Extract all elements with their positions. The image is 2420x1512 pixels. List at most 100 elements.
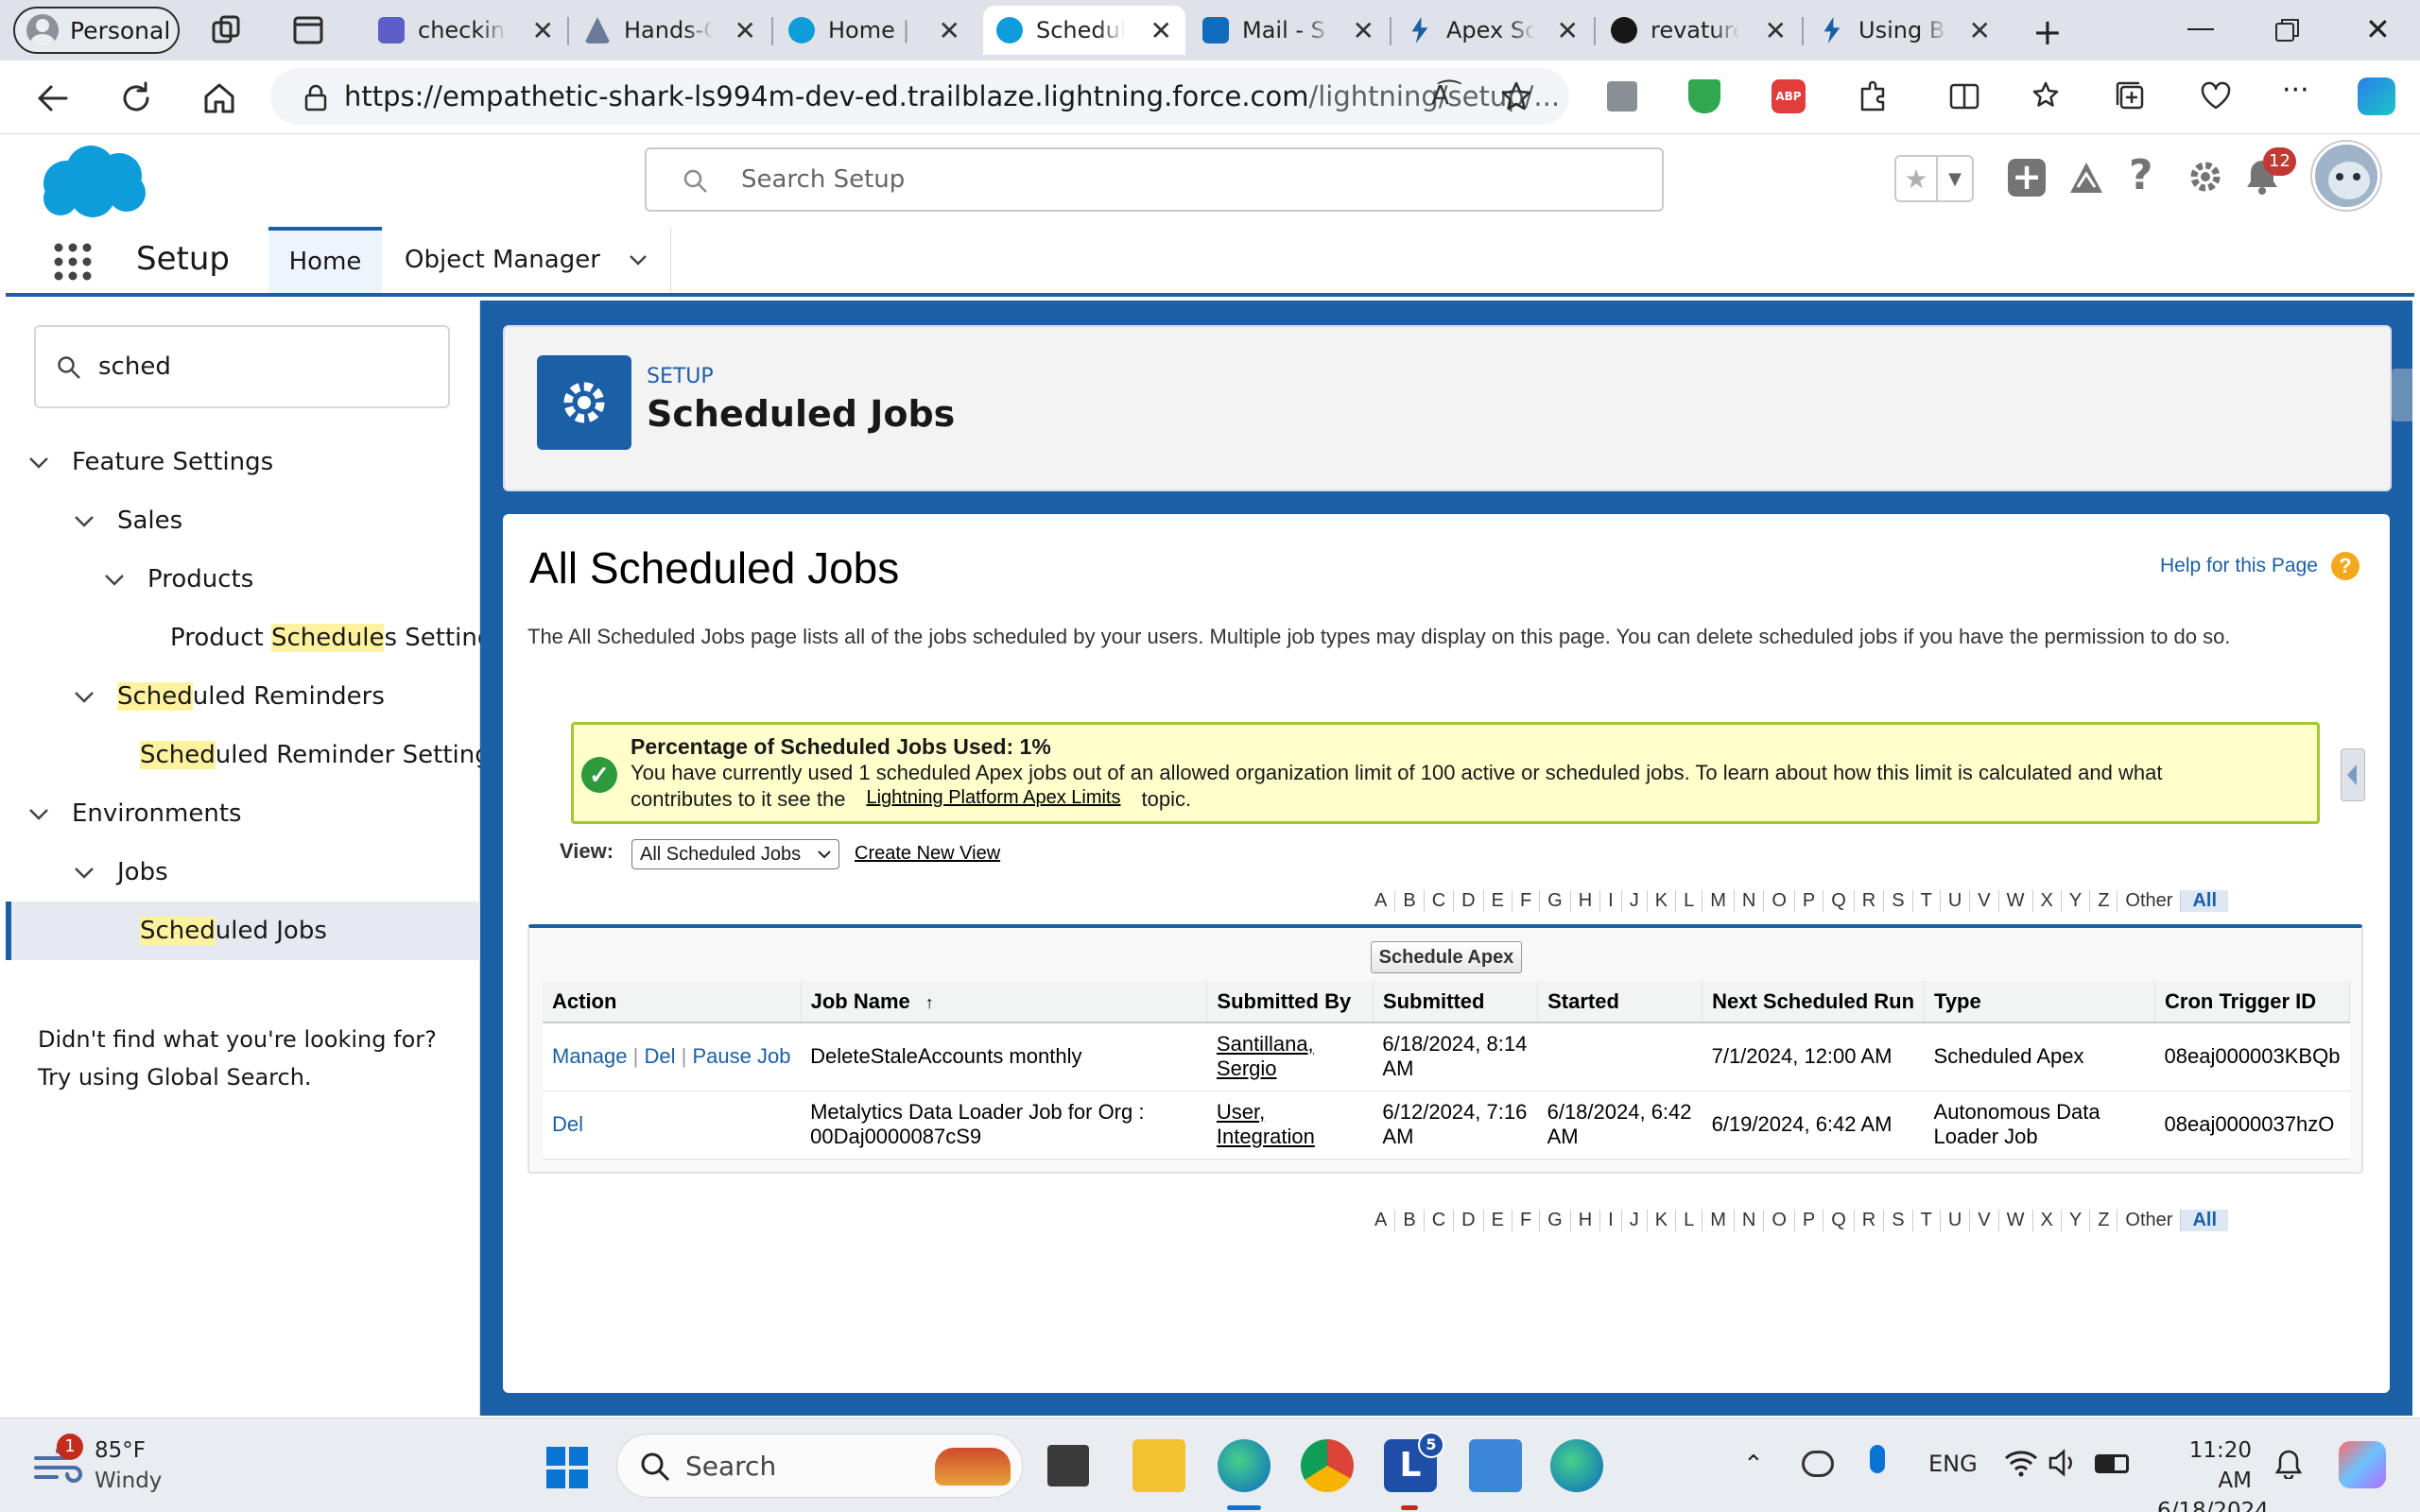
alpha-filter-item[interactable]: D: [1454, 889, 1484, 912]
microphone-icon[interactable]: [1870, 1445, 1885, 1473]
alpha-filter-item[interactable]: V: [1970, 889, 1999, 912]
weather-text[interactable]: 85°F Windy: [95, 1435, 162, 1496]
alpha-filter-item[interactable]: E: [1484, 889, 1512, 912]
chevron-down-icon[interactable]: [72, 684, 96, 709]
alpha-filter-all[interactable]: All: [2181, 1209, 2228, 1231]
alpha-filter-item[interactable]: E: [1484, 1209, 1512, 1231]
tree-item-scheduled-reminder-settings[interactable]: Sched uled Reminder Settings: [6, 726, 503, 784]
alpha-filter-item[interactable]: C: [1425, 1209, 1455, 1231]
help-icon[interactable]: ?: [2129, 151, 2153, 199]
chrome-icon[interactable]: [1301, 1439, 1354, 1492]
alpha-filter-item[interactable]: J: [1622, 889, 1648, 912]
alpha-filter-item[interactable]: S: [1884, 1209, 1913, 1231]
chevron-down-icon[interactable]: [26, 450, 51, 474]
shield-extension-icon[interactable]: [1688, 79, 1720, 113]
windows-start-icon[interactable]: [546, 1447, 588, 1488]
performance-icon[interactable]: [2199, 79, 2233, 113]
close-tab-icon[interactable]: ✕: [1765, 15, 1787, 46]
view-select[interactable]: All Scheduled Jobs: [631, 839, 839, 869]
alpha-filter-item[interactable]: T: [1913, 889, 1941, 912]
favorites-dropdown-icon[interactable]: ▼: [1938, 157, 1972, 200]
delete-link[interactable]: Del: [644, 1044, 675, 1068]
alpha-filter-item[interactable]: Z: [2090, 889, 2118, 912]
browser-tab-4-active[interactable]: Schedul ✕: [983, 6, 1185, 55]
chevron-down-icon[interactable]: [627, 249, 649, 271]
manage-link[interactable]: Manage: [552, 1044, 628, 1068]
setup-gear-icon[interactable]: [2186, 157, 2225, 197]
alpha-filter-item[interactable]: H: [1571, 1209, 1601, 1231]
alpha-filter-item[interactable]: T: [1913, 1209, 1941, 1231]
column-header-submitted[interactable]: Submitted: [1373, 981, 1539, 1023]
alpha-filter-item[interactable]: D: [1454, 1209, 1484, 1231]
alpha-filter-item[interactable]: Z: [2090, 1209, 2118, 1231]
tree-item-sales[interactable]: Sales: [6, 491, 480, 550]
favorites-icon[interactable]: [2031, 79, 2065, 113]
alpha-filter-item[interactable]: R: [1855, 1209, 1885, 1231]
alpha-filter-item[interactable]: P: [1795, 1209, 1824, 1231]
column-header-type[interactable]: Type: [1924, 981, 2156, 1023]
onedrive-cloud-icon[interactable]: [1802, 1451, 1834, 1477]
user-avatar[interactable]: [2312, 142, 2380, 210]
alpha-filter-item[interactable]: I: [1600, 889, 1622, 912]
alpha-filter-item[interactable]: Y: [2062, 1209, 2091, 1231]
alpha-filter-item[interactable]: N: [1735, 1209, 1765, 1231]
battery-icon[interactable]: [2095, 1454, 2129, 1473]
new-tab-icon[interactable]: +: [2032, 11, 2063, 53]
close-tab-icon[interactable]: ✕: [532, 15, 554, 46]
tree-item-product-schedules-settings[interactable]: Product Schedule s Settings: [6, 609, 506, 667]
read-aloud-icon[interactable]: A͡: [1431, 79, 1449, 111]
tab-actions-icon[interactable]: [291, 13, 325, 47]
alpha-filter-item[interactable]: U: [1941, 889, 1971, 912]
file-explorer-icon[interactable]: [1132, 1439, 1185, 1492]
alpha-filter-item[interactable]: S: [1884, 889, 1913, 912]
close-tab-icon[interactable]: ✕: [939, 15, 960, 46]
favorite-star-icon[interactable]: [1499, 79, 1533, 113]
browser-tab-7[interactable]: revature ✕: [1598, 6, 1800, 55]
volume-icon[interactable]: [2048, 1449, 2080, 1477]
alpha-filter-item[interactable]: X: [2033, 1209, 2062, 1231]
task-view-icon[interactable]: [1047, 1445, 1089, 1486]
alpha-filter-item[interactable]: F: [1512, 889, 1541, 912]
minimize-icon[interactable]: [2187, 28, 2214, 30]
language-indicator[interactable]: ENG: [1928, 1451, 1978, 1477]
notification-bell-icon[interactable]: [2274, 1449, 2303, 1479]
home-icon[interactable]: [200, 79, 238, 117]
edge-browser-icon[interactable]: [1218, 1439, 1270, 1492]
browser-tab-3[interactable]: Home | S✕: [775, 6, 974, 55]
chevron-up-icon[interactable]: ⌃: [1743, 1451, 1764, 1479]
weather-widget[interactable]: 1: [32, 1434, 85, 1488]
app-launcher-icon[interactable]: [53, 242, 93, 282]
alpha-filter-item[interactable]: C: [1425, 889, 1455, 912]
browser-tab-2[interactable]: Hands-C ✕: [571, 6, 769, 55]
favorites-button[interactable]: ★ ▼: [1894, 155, 1974, 202]
alpha-filter-item[interactable]: X: [2033, 889, 2062, 912]
lock-icon[interactable]: [302, 83, 329, 112]
column-header-next-scheduled-run[interactable]: Next Scheduled Run: [1702, 981, 1926, 1023]
split-screen-icon[interactable]: [1947, 79, 1981, 113]
alpha-filter-other[interactable]: Other: [2118, 889, 2182, 912]
alpha-filter-item[interactable]: L: [1676, 1209, 1703, 1231]
help-for-this-page-link[interactable]: Help for this Page ?: [2160, 552, 2360, 580]
column-header-submitted-by[interactable]: Submitted By: [1206, 981, 1374, 1023]
close-tab-icon[interactable]: ✕: [1353, 15, 1374, 46]
alpha-filter-other[interactable]: Other: [2118, 1209, 2182, 1231]
alpha-filter-item[interactable]: K: [1648, 889, 1677, 912]
extensions-puzzle-icon[interactable]: [1857, 79, 1891, 113]
delete-link[interactable]: Del: [552, 1112, 583, 1136]
alpha-filter-item[interactable]: A: [1367, 1209, 1396, 1231]
schedule-apex-button[interactable]: Schedule Apex: [1371, 941, 1522, 973]
alpha-filter-all[interactable]: All: [2181, 889, 2228, 912]
address-bar[interactable]: https://empathetic-shark-ls994m-dev-ed.t…: [270, 68, 1569, 125]
user-link[interactable]: User,: [1217, 1100, 1265, 1124]
create-new-view-link[interactable]: Create New View: [855, 843, 1000, 865]
wifi-icon[interactable]: [2004, 1449, 2038, 1477]
alpha-filter-item[interactable]: W: [1999, 1209, 2033, 1231]
alpha-filter-item[interactable]: K: [1648, 1209, 1677, 1231]
alpha-filter-item[interactable]: U: [1941, 1209, 1971, 1231]
column-header-cron-trigger-id[interactable]: Cron Trigger ID: [2154, 981, 2350, 1023]
close-tab-icon[interactable]: ✕: [1969, 15, 1991, 46]
profile-button[interactable]: Personal: [13, 7, 180, 54]
side-handle[interactable]: [2392, 369, 2412, 421]
alpha-filter-item[interactable]: Y: [2062, 889, 2091, 912]
alpha-filter-item[interactable]: W: [1999, 889, 2033, 912]
